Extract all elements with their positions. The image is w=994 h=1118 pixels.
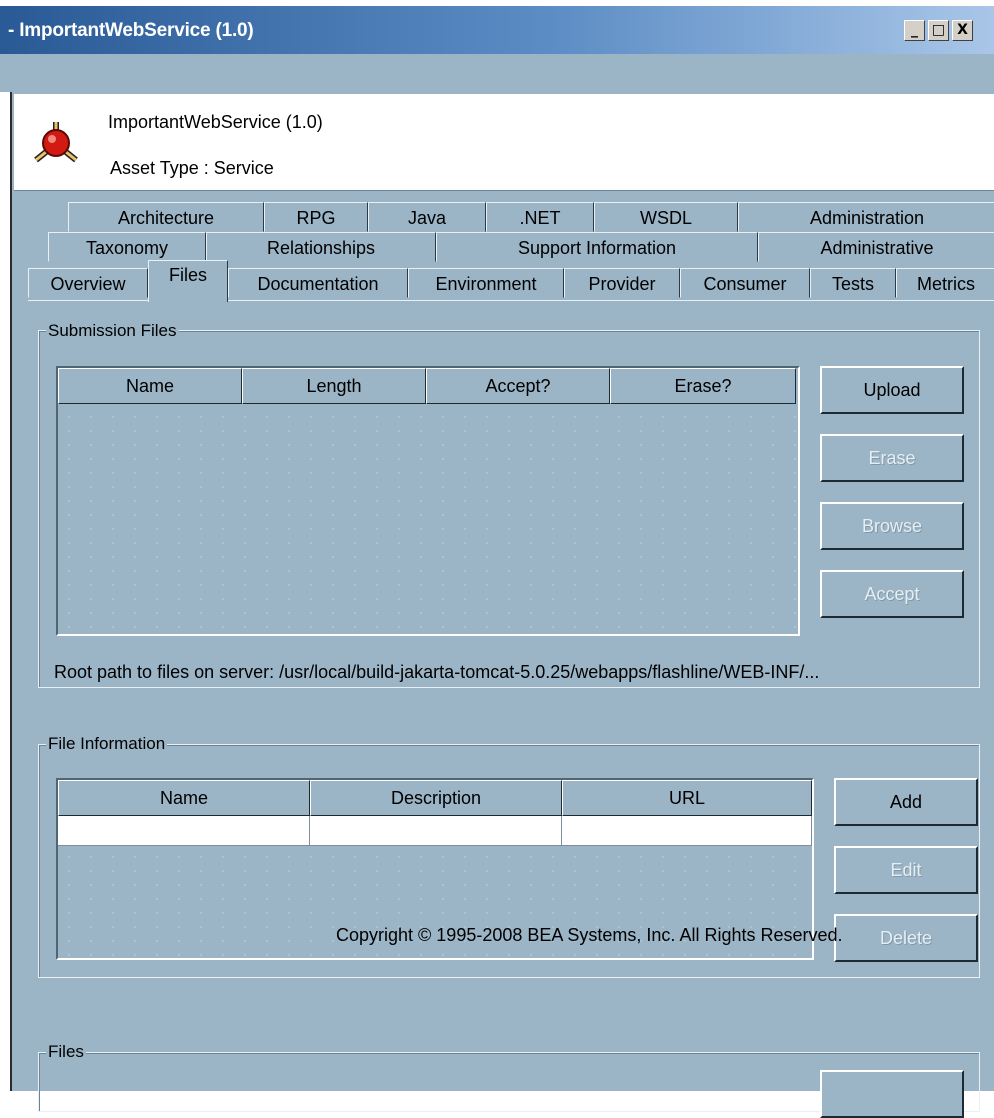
add-button[interactable]: Add [834, 778, 978, 826]
tab-documentation[interactable]: Documentation [228, 268, 408, 298]
table-cell-url[interactable] [562, 816, 812, 846]
maximize-button[interactable]: □ [928, 20, 949, 41]
upload-button[interactable]: Upload [820, 366, 964, 414]
tab-administrative[interactable]: Administrative [758, 232, 994, 262]
tab-java[interactable]: Java [368, 202, 486, 232]
edit-button[interactable]: Edit [834, 846, 978, 894]
tab-rpg[interactable]: RPG [264, 202, 368, 232]
submission-files-table[interactable]: Name Length Accept? Erase? [56, 366, 800, 636]
toolbar-strip [0, 54, 994, 92]
tab-environment[interactable]: Environment [408, 268, 564, 298]
asset-header: ImportantWebService (1.0) Asset Type : S… [14, 94, 994, 191]
tab-provider[interactable]: Provider [564, 268, 680, 298]
tab-support-information[interactable]: Support Information [436, 232, 758, 262]
tab-dotnet[interactable]: .NET [486, 202, 594, 232]
files-action-button[interactable] [820, 1070, 964, 1118]
tab-consumer[interactable]: Consumer [680, 268, 810, 298]
tab-architecture[interactable]: Architecture [68, 202, 264, 232]
molecule-asset-icon [34, 122, 78, 163]
file-information-legend: File Information [46, 734, 168, 754]
close-button[interactable]: X [952, 20, 973, 41]
window-title-bar[interactable]: - ImportantWebService (1.0) _ □ X [0, 6, 994, 54]
tab-tests[interactable]: Tests [810, 268, 896, 298]
tab-administration[interactable]: Administration [738, 202, 994, 232]
tab-files[interactable]: Files [148, 260, 228, 302]
accept-button[interactable]: Accept [820, 570, 964, 618]
column-header-accept[interactable]: Accept? [426, 368, 610, 404]
column-header-description[interactable]: Description [310, 780, 562, 816]
erase-button[interactable]: Erase [820, 434, 964, 482]
column-header-url[interactable]: URL [562, 780, 812, 816]
column-header-name[interactable]: Name [58, 780, 310, 816]
column-header-name[interactable]: Name [58, 368, 242, 404]
root-path-label: Root path to files on server: /usr/local… [54, 662, 820, 682]
delete-button[interactable]: Delete [834, 914, 978, 962]
tab-taxonomy[interactable]: Taxonomy [48, 232, 206, 262]
submission-files-legend: Submission Files [46, 321, 179, 341]
table-cell-description[interactable] [310, 816, 562, 846]
minimize-button[interactable]: _ [904, 20, 925, 41]
tab-wsdl[interactable]: WSDL [594, 202, 738, 232]
asset-type: Asset Type : Service [110, 158, 274, 178]
column-header-erase[interactable]: Erase? [610, 368, 796, 404]
window-title: - ImportantWebService (1.0) [8, 20, 254, 41]
tab-relationships[interactable]: Relationships [206, 232, 436, 262]
column-header-length[interactable]: Length [242, 368, 426, 404]
asset-name: ImportantWebService (1.0) [108, 112, 323, 132]
tab-overview[interactable]: Overview [28, 268, 148, 298]
table-cell-name[interactable] [58, 816, 310, 846]
copyright-text: Copyright © 1995-2008 BEA Systems, Inc. … [336, 925, 843, 945]
tab-metrics[interactable]: Metrics [896, 268, 994, 298]
files-legend: Files [46, 1042, 86, 1062]
browse-button[interactable]: Browse [820, 502, 964, 550]
